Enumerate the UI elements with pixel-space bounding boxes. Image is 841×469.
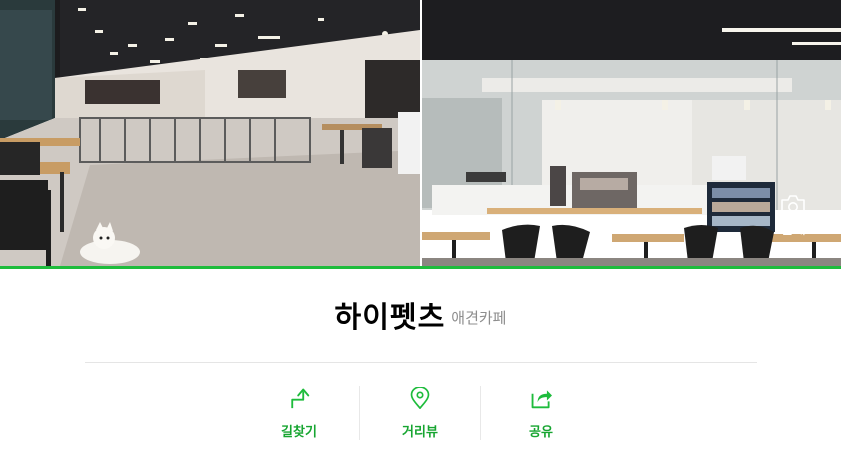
share-label: 공유 xyxy=(529,425,553,440)
action-bar: 길찾기 거리뷰 공유 xyxy=(239,386,601,440)
photo-playroom[interactable] xyxy=(0,0,420,266)
street-view-button[interactable]: 거리뷰 xyxy=(359,386,480,440)
directions-label: 길찾기 xyxy=(281,425,317,440)
place-category: 애견카페 xyxy=(451,308,507,327)
route-arrow-icon xyxy=(291,388,310,409)
camera-icon xyxy=(781,194,805,215)
view-all-label: 전체 xyxy=(780,221,806,238)
share-button[interactable]: 공유 xyxy=(480,386,601,440)
view-all-photos-button[interactable]: 전체 xyxy=(764,187,822,245)
share-icon xyxy=(531,390,552,409)
section-divider xyxy=(85,362,757,363)
directions-button[interactable]: 길찾기 xyxy=(239,386,359,440)
accent-divider xyxy=(0,266,841,269)
map-pin-icon xyxy=(410,387,430,409)
place-name: 하이펫츠 xyxy=(334,300,446,334)
place-header: 하이펫츠 애견카페 xyxy=(0,294,841,336)
photo-gallery[interactable]: 전체 xyxy=(0,0,841,266)
street-view-label: 거리뷰 xyxy=(402,425,438,440)
